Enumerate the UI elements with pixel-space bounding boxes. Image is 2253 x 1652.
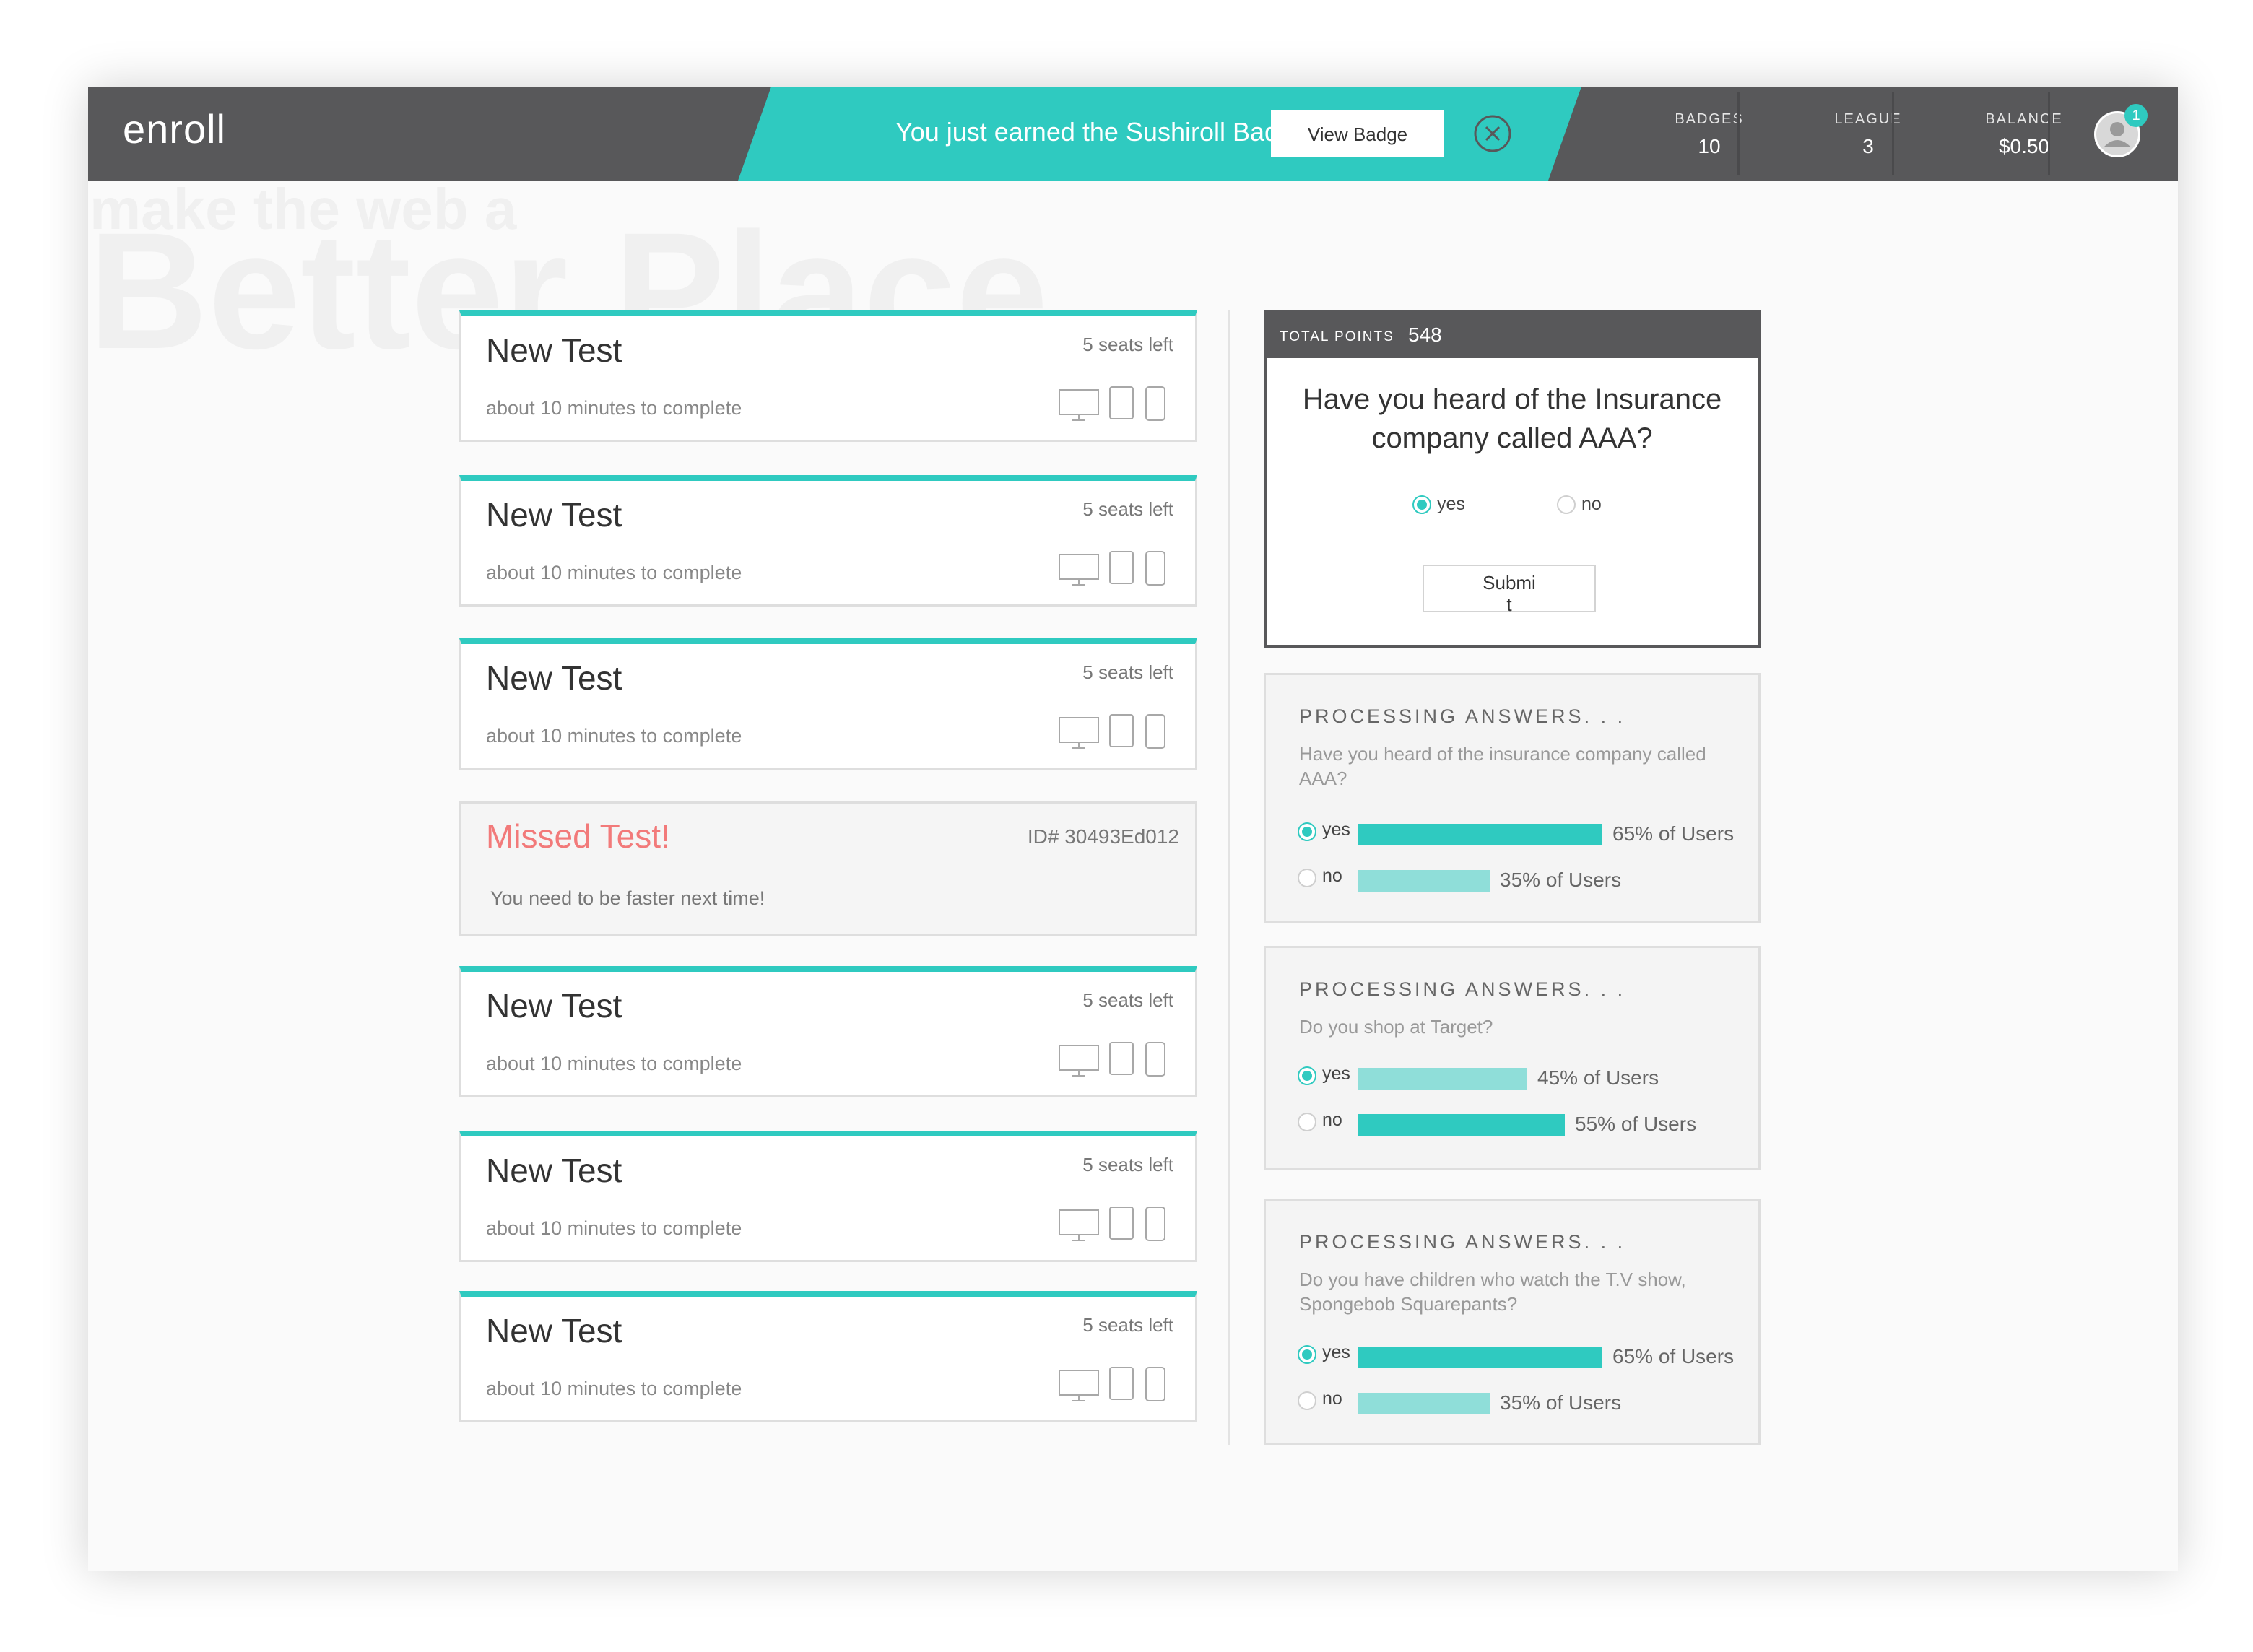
test-title: New Test (486, 659, 622, 697)
seats-left: 5 seats left (1082, 1154, 1173, 1175)
app-window: make the web a Better Place enroll You j… (88, 87, 2178, 1571)
view-badge-button[interactable]: View Badge (1271, 110, 1444, 157)
radio-yes (1298, 822, 1316, 841)
points-label: TOTAL POINTS (1280, 329, 1394, 344)
test-title: New Test (486, 331, 622, 369)
results-title: PROCESSING ANSWERS. . . (1299, 705, 1626, 727)
test-card[interactable]: New Test 5 seats left about 10 minutes t… (459, 966, 1197, 1097)
stat-value: $0.50 (1998, 135, 2050, 157)
result-percent: 35% of Users (1500, 1391, 1622, 1414)
devices-icon (1059, 1207, 1165, 1241)
test-title: New Test (486, 987, 622, 1025)
question-card: TOTAL POINTS 548 Have you heard of the I… (1264, 310, 1761, 648)
answer-label: yes (1322, 1342, 1350, 1362)
answer-label: yes (1322, 820, 1350, 840)
top-bar: enroll You just earned the Sushiroll Bad… (88, 87, 2178, 181)
divider (2048, 92, 2050, 175)
missed-message: You need to be faster next time! (490, 887, 765, 909)
column-divider (1228, 310, 1230, 1446)
answer-label: no (1322, 1388, 1342, 1409)
result-bar-no (1358, 1114, 1565, 1136)
result-bar-yes (1358, 824, 1602, 845)
results-question: Do you shop at Target? (1299, 1016, 1493, 1038)
result-bar-no (1358, 870, 1490, 892)
results-question: Do you have children who watch the T.V s… (1299, 1269, 1686, 1315)
seats-left: 5 seats left (1082, 661, 1173, 683)
result-percent: 65% of Users (1612, 822, 1735, 845)
test-duration: about 10 minutes to complete (486, 1217, 742, 1239)
devices-icon (1059, 1367, 1165, 1401)
test-duration: about 10 minutes to complete (486, 1053, 742, 1074)
test-duration: about 10 minutes to complete (486, 562, 742, 583)
seats-left: 5 seats left (1082, 498, 1173, 520)
seats-left: 5 seats left (1082, 989, 1173, 1011)
test-card[interactable]: New Test 5 seats left about 10 minutes t… (459, 1291, 1197, 1422)
radio-no (1298, 1391, 1316, 1410)
test-card[interactable]: New Test 5 seats left about 10 minutes t… (459, 310, 1197, 442)
logo[interactable]: enroll (123, 105, 226, 152)
notification-badge[interactable]: 1 (2124, 104, 2148, 127)
radio-no (1298, 1113, 1316, 1131)
devices-icon (1059, 714, 1165, 749)
results-question: Have you heard of the insurance company … (1299, 743, 1706, 789)
result-percent: 55% of Users (1575, 1113, 1697, 1135)
radio-yes (1298, 1066, 1316, 1085)
radio-yes[interactable] (1412, 495, 1431, 514)
close-icon[interactable] (1473, 114, 1512, 153)
devices-icon (1059, 1042, 1165, 1077)
points-value: 548 (1408, 323, 1442, 346)
result-percent: 35% of Users (1500, 869, 1622, 891)
radio-no[interactable] (1557, 495, 1576, 514)
answer-label: yes (1322, 1064, 1350, 1084)
result-bar-no (1358, 1393, 1490, 1414)
radio-yes-label[interactable]: yes (1437, 494, 1465, 515)
divider (1892, 92, 1894, 175)
question-text: Have you heard of the Insurance company … (1302, 383, 1722, 454)
results-card: PROCESSING ANSWERS. . . Do you have chil… (1264, 1199, 1761, 1446)
test-title: New Test (486, 1312, 622, 1349)
points-header: TOTAL POINTS 548 (1267, 313, 1758, 358)
stat-value: 10 (1698, 135, 1721, 157)
result-bar-yes (1358, 1068, 1527, 1090)
devices-icon (1059, 551, 1165, 586)
seats-left: 5 seats left (1082, 1314, 1173, 1336)
test-card[interactable]: New Test 5 seats left about 10 minutes t… (459, 638, 1197, 770)
stat-label: LEAGUE (1834, 111, 1902, 127)
radio-no-label[interactable]: no (1581, 494, 1602, 515)
result-bar-yes (1358, 1347, 1602, 1368)
stat-badges[interactable]: BADGES 10 (1648, 87, 1771, 181)
results-card: PROCESSING ANSWERS. . . Do you shop at T… (1264, 946, 1761, 1170)
answer-label: no (1322, 1110, 1342, 1130)
test-duration: about 10 minutes to complete (486, 397, 742, 419)
answer-label: no (1322, 866, 1342, 886)
badge-banner: You just earned the Sushiroll Badge! Vie… (738, 87, 1581, 181)
results-title: PROCESSING ANSWERS. . . (1299, 978, 1626, 1000)
radio-no (1298, 869, 1316, 887)
test-title: New Test (486, 1152, 622, 1189)
devices-icon (1059, 386, 1165, 421)
missed-test-card[interactable]: Missed Test! ID# 30493Ed012 You need to … (459, 801, 1197, 936)
results-card: PROCESSING ANSWERS. . . Have you heard o… (1264, 673, 1761, 923)
test-duration: about 10 minutes to complete (486, 725, 742, 747)
stat-league[interactable]: LEAGUE 3 (1807, 87, 1929, 181)
stat-label: BADGES (1675, 111, 1744, 127)
radio-yes (1298, 1345, 1316, 1364)
missed-id: ID# 30493Ed012 (1027, 825, 1179, 848)
stat-value: 3 (1862, 135, 1874, 157)
test-card[interactable]: New Test 5 seats left about 10 minutes t… (459, 1131, 1197, 1262)
badge-banner-text: You just earned the Sushiroll Badge! (895, 117, 1316, 147)
divider (1737, 92, 1740, 175)
test-duration: about 10 minutes to complete (486, 1378, 742, 1399)
stat-balance[interactable]: BALANCE $0.50 (1963, 87, 2085, 181)
missed-title: Missed Test! (486, 817, 670, 855)
submit-button[interactable]: Submit (1423, 565, 1596, 615)
test-card[interactable]: New Test 5 seats left about 10 minutes t… (459, 475, 1197, 607)
test-title: New Test (486, 496, 622, 534)
stat-label: BALANCE (1985, 111, 2063, 127)
result-percent: 65% of Users (1612, 1345, 1735, 1368)
seats-left: 5 seats left (1082, 334, 1173, 355)
results-title: PROCESSING ANSWERS. . . (1299, 1231, 1626, 1253)
result-percent: 45% of Users (1537, 1066, 1659, 1089)
